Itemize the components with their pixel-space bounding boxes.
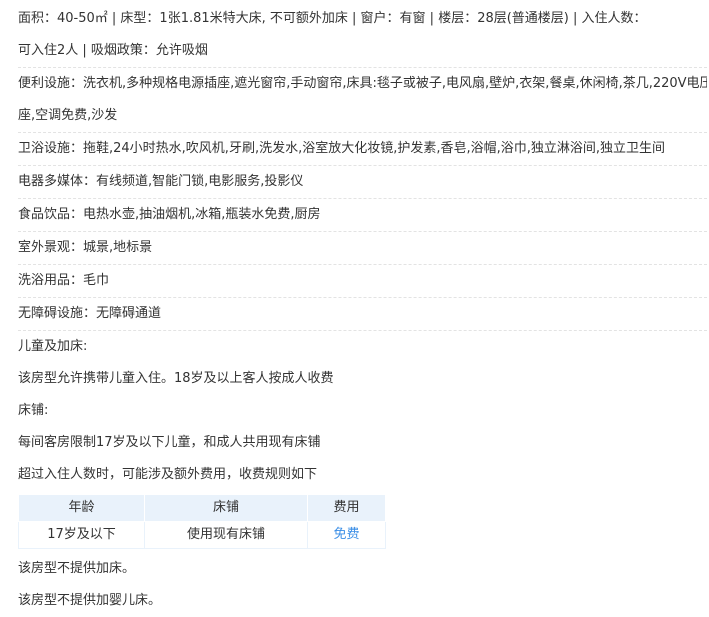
media-facilities: 电器多媒体：有线频道,智能门锁,电影服务,投影仪	[18, 166, 707, 199]
column-header-bed: 床铺	[144, 494, 308, 522]
room-details-panel: 面积：40-50㎡ | 床型：1张1.81米特大床, 不可额外加床 | 窗户：有…	[0, 3, 709, 608]
column-header-age: 年龄	[18, 494, 145, 522]
room-info-line-2: 可入住2人 | 吸烟政策：允许吸烟	[18, 43, 208, 58]
food-facilities: 食品饮品：电热水壶,抽油烟机,冰箱,瓶装水免费,厨房	[18, 199, 707, 232]
accessibility-facilities: 无障碍设施：无障碍通道	[18, 298, 707, 331]
table-header-row: 年龄 床铺 费用	[18, 494, 386, 522]
bed-heading: 床铺:	[18, 403, 49, 418]
column-header-fee: 费用	[307, 494, 386, 522]
convenience-line-2: 座,空调免费,沙发	[18, 108, 118, 123]
cell-fee: 免费	[307, 521, 386, 549]
room-info-line-1: 面积：40-50㎡ | 床型：1张1.81米特大床, 不可额外加床 | 窗户：有…	[18, 11, 647, 26]
outdoor-view: 室外景观：城景,地标景	[18, 232, 707, 265]
table-row: 17岁及以下 使用现有床铺 免费	[18, 521, 386, 549]
cell-age: 17岁及以下	[18, 521, 145, 549]
cell-bed: 使用现有床铺	[144, 521, 308, 549]
no-extra-bed-text: 该房型不提供加床。	[18, 561, 136, 576]
children-policy-heading: 儿童及加床:	[18, 339, 88, 354]
bathroom-facilities: 卫浴设施：拖鞋,24小时热水,吹风机,牙刷,洗发水,浴室放大化妆镜,护发素,香皂…	[18, 133, 707, 166]
bed-fee-table: 年龄 床铺 费用 17岁及以下 使用现有床铺 免费	[18, 494, 386, 549]
room-basic-info: 面积：40-50㎡ | 床型：1张1.81米特大床, 不可额外加床 | 窗户：有…	[18, 3, 707, 68]
convenience-facilities: 便利设施：洗衣机,多种规格电源插座,遮光窗帘,手动窗帘,床具:毯子或被子,电风扇…	[18, 68, 707, 133]
no-crib-text: 该房型不提供加婴儿床。	[18, 593, 162, 608]
convenience-line-1: 便利设施：洗衣机,多种规格电源插座,遮光窗帘,手动窗帘,床具:毯子或被子,电风扇…	[18, 76, 707, 91]
toiletries: 洗浴用品：毛巾	[18, 265, 707, 298]
extra-fee-text: 超过入住人数时，可能涉及额外费用，收费规则如下	[18, 467, 318, 482]
children-policy-text: 该房型允许携带儿童入住。18岁及以上客人按成人收费	[18, 371, 334, 386]
bed-policy-text: 每间客房限制17岁及以下儿童，和成人共用现有床铺	[18, 435, 321, 450]
bed-fee-table-wrapper: 年龄 床铺 费用 17岁及以下 使用现有床铺 免费	[18, 494, 709, 549]
